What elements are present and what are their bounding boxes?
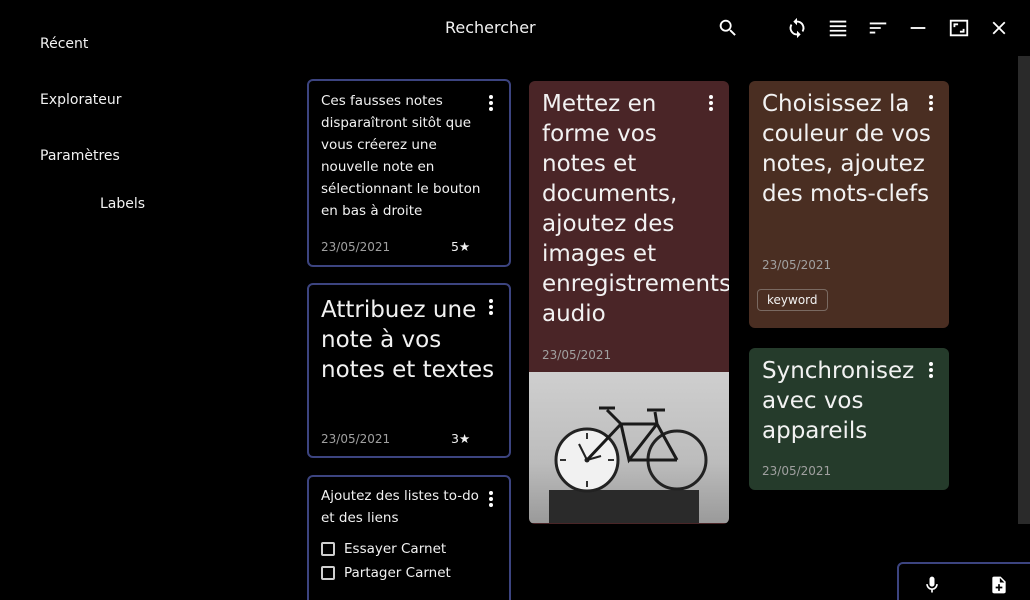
minimize-button[interactable] xyxy=(902,12,934,44)
todo-item[interactable]: Essayer Carnet xyxy=(321,541,446,557)
close-icon xyxy=(992,21,1006,35)
search-button[interactable] xyxy=(712,12,744,44)
keyword-chip[interactable]: keyword xyxy=(757,289,828,311)
note-card[interactable]: Attribuez une note à vos notes et textes… xyxy=(307,283,511,458)
maximize-button[interactable] xyxy=(943,12,975,44)
checkbox[interactable] xyxy=(321,542,335,556)
clock-bicycle-photo xyxy=(529,372,729,524)
note-text: Mettez en forme vos notes et documents, … xyxy=(542,91,729,327)
note-rating: 5★ xyxy=(451,239,471,254)
note-card[interactable]: Synchronisez avec vos appareils 23/05/20… xyxy=(749,348,949,490)
new-note-icon xyxy=(992,576,1006,594)
new-note-button[interactable] xyxy=(986,572,1012,598)
scrollbar[interactable] xyxy=(1018,56,1030,524)
sort-icon xyxy=(869,22,887,34)
todo-label: Partager Carnet xyxy=(344,565,451,581)
note-text: Synchronisez avec vos appareils xyxy=(762,358,915,444)
note-rating: 3★ xyxy=(451,431,471,446)
maximize-icon xyxy=(949,19,969,37)
checkbox[interactable] xyxy=(321,566,335,580)
minimize-icon xyxy=(910,27,926,29)
note-card[interactable]: Ajoutez des listes to-do et des liens Es… xyxy=(307,475,511,600)
note-date: 23/05/2021 xyxy=(762,464,832,478)
list-view-icon xyxy=(829,20,847,37)
sidebar-item-settings[interactable]: Paramètres xyxy=(40,148,120,164)
more-options-icon[interactable] xyxy=(483,489,499,509)
note-date: 23/05/2021 xyxy=(321,240,391,254)
todo-item[interactable]: Partager Carnet xyxy=(321,565,451,581)
todo-label: Essayer Carnet xyxy=(344,541,447,557)
note-card[interactable]: Mettez en forme vos notes et documents, … xyxy=(529,81,729,524)
more-options-icon[interactable] xyxy=(923,93,939,113)
close-button[interactable] xyxy=(983,12,1015,44)
sidebar-item-explorer[interactable]: Explorateur xyxy=(40,92,122,108)
more-options-icon[interactable] xyxy=(703,93,719,113)
sync-icon xyxy=(789,17,805,39)
floating-action-bar xyxy=(897,562,1030,600)
sidebar-item-labels[interactable]: Labels xyxy=(100,196,145,212)
search-field[interactable]: Rechercher xyxy=(445,18,536,37)
note-text: Attribuez une note à vos notes et textes xyxy=(321,297,495,383)
note-text: Ajoutez des listes to-do et des liens xyxy=(321,488,479,526)
more-options-icon[interactable] xyxy=(483,297,499,317)
sync-button[interactable] xyxy=(781,12,813,44)
list-view-button[interactable] xyxy=(822,12,854,44)
note-card[interactable]: Ces fausses notes disparaîtront sitôt qu… xyxy=(307,79,511,267)
note-text: Ces fausses notes disparaîtront sitôt qu… xyxy=(321,93,481,219)
search-icon xyxy=(719,19,736,36)
note-text: Choisissez la couleur de vos notes, ajou… xyxy=(762,91,931,207)
sidebar-item-recent[interactable]: Récent xyxy=(40,36,88,52)
sort-button[interactable] xyxy=(862,12,894,44)
note-date: 23/05/2021 xyxy=(762,258,832,272)
sidebar: Récent Explorateur Paramètres Labels xyxy=(0,0,290,600)
microphone-icon xyxy=(926,576,938,593)
record-audio-button[interactable] xyxy=(919,572,945,598)
note-date: 23/05/2021 xyxy=(542,348,612,362)
note-date: 23/05/2021 xyxy=(321,432,391,446)
more-options-icon[interactable] xyxy=(923,360,939,380)
note-card[interactable]: Choisissez la couleur de vos notes, ajou… xyxy=(749,81,949,328)
more-options-icon[interactable] xyxy=(483,93,499,113)
